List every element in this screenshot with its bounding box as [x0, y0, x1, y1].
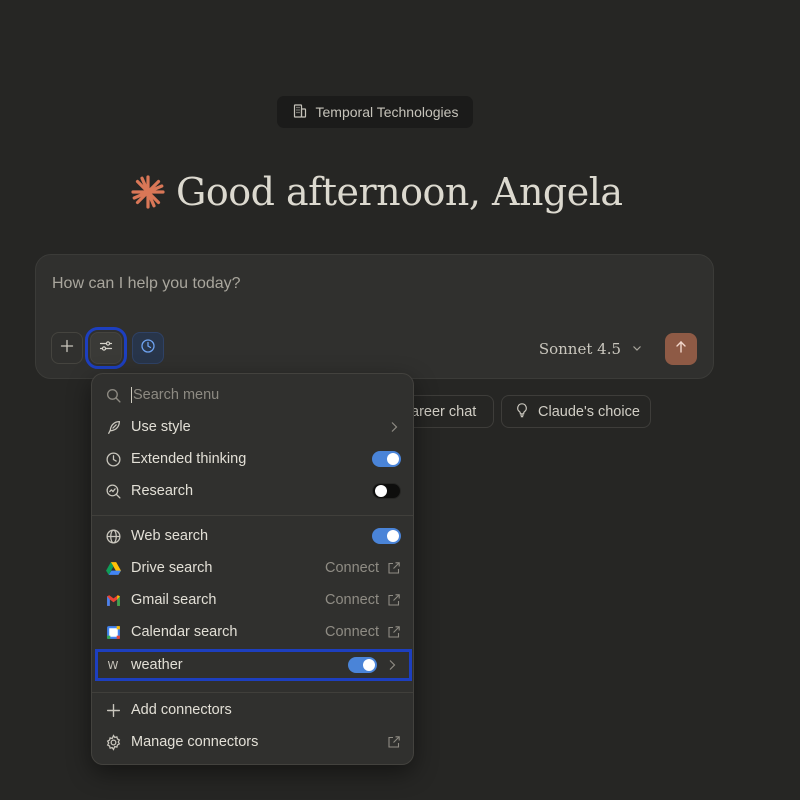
- menu-item-web-search[interactable]: Web search: [92, 521, 413, 551]
- suggestion-chip-claudes-choice[interactable]: Claude's choice: [501, 395, 651, 428]
- gmail-icon: [104, 591, 122, 609]
- chip-label: areer chat: [411, 403, 477, 420]
- greeting: Good afternoon, Angela: [130, 166, 670, 218]
- model-name: Sonnet 4.5: [538, 340, 621, 358]
- google-drive-icon: [104, 559, 122, 577]
- pen-nib-icon: [104, 418, 122, 436]
- organization-name: Temporal Technologies: [315, 104, 459, 120]
- organization-selector[interactable]: Temporal Technologies: [277, 96, 473, 128]
- search-icon: [104, 386, 122, 404]
- chip-label: Claude's choice: [538, 403, 640, 420]
- globe-icon: [104, 527, 122, 545]
- plus-icon: [104, 701, 122, 719]
- research-icon: [104, 482, 122, 500]
- menu-item-label: Web search: [131, 528, 209, 544]
- menu-item-weather[interactable]: W weather: [95, 649, 412, 681]
- connect-link[interactable]: Connect: [325, 624, 379, 640]
- menu-item-drive-search[interactable]: Drive search Connect: [92, 553, 413, 583]
- menu-item-add-connectors[interactable]: Add connectors: [92, 695, 413, 725]
- menu-item-gmail-search[interactable]: Gmail search Connect: [92, 585, 413, 615]
- menu-item-label: Manage connectors: [131, 734, 259, 750]
- menu-item-label: Use style: [131, 419, 191, 435]
- menu-divider: [92, 515, 413, 516]
- menu-item-use-style[interactable]: Use style: [92, 412, 413, 442]
- chevron-right-icon: [387, 420, 401, 434]
- connect-link[interactable]: Connect: [325, 560, 379, 576]
- tools-menu: Use style Extended thinking Research Web…: [91, 373, 414, 765]
- menu-item-research[interactable]: Research: [92, 476, 413, 506]
- menu-item-label: Research: [131, 483, 194, 499]
- model-selector[interactable]: Sonnet 4.5: [539, 338, 643, 360]
- chevron-right-icon[interactable]: [385, 658, 399, 672]
- tools-menu-button[interactable]: [85, 327, 127, 369]
- menu-item-label: Add connectors: [131, 702, 232, 718]
- menu-item-label: Calendar search: [131, 624, 238, 640]
- external-link-icon: [387, 561, 401, 575]
- prompt-input[interactable]: [52, 271, 552, 297]
- menu-item-extended-thinking[interactable]: Extended thinking: [92, 444, 413, 474]
- prompt-composer: Sonnet 4.5: [35, 254, 714, 379]
- menu-search: [92, 380, 413, 410]
- clock-icon: [140, 338, 156, 359]
- building-icon: [292, 103, 308, 122]
- menu-item-label: weather: [131, 657, 183, 673]
- menu-item-manage-connectors[interactable]: Manage connectors: [92, 727, 413, 757]
- greeting-text: Good afternoon, Angela: [176, 170, 623, 214]
- weather-connector-icon: W: [107, 658, 119, 672]
- arrow-up-icon: [673, 339, 689, 360]
- menu-item-label: Gmail search: [131, 592, 217, 608]
- external-link-icon: [387, 593, 401, 607]
- send-button[interactable]: [665, 333, 697, 365]
- clock-icon: [104, 450, 122, 468]
- menu-search-input[interactable]: [131, 387, 371, 403]
- external-link-icon: [387, 735, 401, 749]
- claude-burst-icon: [130, 174, 166, 210]
- gear-icon: [104, 733, 122, 751]
- extended-thinking-button[interactable]: [132, 332, 164, 364]
- google-calendar-icon: [104, 623, 122, 641]
- menu-item-label: Drive search: [131, 560, 213, 576]
- chevron-down-icon: [631, 340, 643, 358]
- lightbulb-icon: [514, 402, 530, 422]
- web-search-toggle[interactable]: [372, 528, 401, 544]
- connect-link[interactable]: Connect: [325, 592, 379, 608]
- external-link-icon: [387, 625, 401, 639]
- menu-item-label: Extended thinking: [131, 451, 247, 467]
- menu-divider: [92, 692, 413, 693]
- add-attachment-button[interactable]: [51, 332, 83, 364]
- weather-toggle[interactable]: [348, 657, 377, 673]
- menu-item-calendar-search[interactable]: Calendar search Connect: [92, 617, 413, 647]
- extended-thinking-toggle[interactable]: [372, 451, 401, 467]
- sliders-icon: [98, 338, 114, 359]
- plus-icon: [59, 338, 75, 359]
- research-toggle[interactable]: [372, 483, 401, 499]
